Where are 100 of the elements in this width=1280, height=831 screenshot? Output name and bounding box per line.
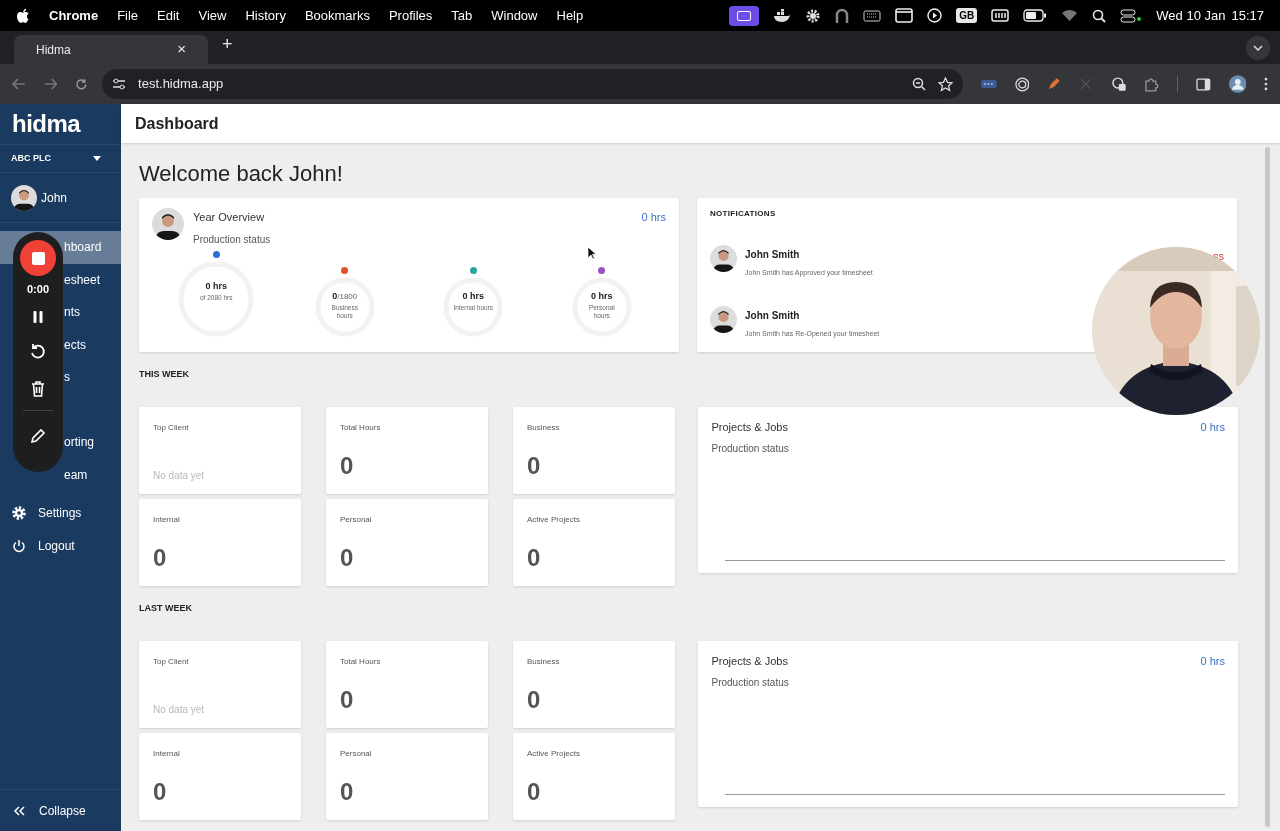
stat-value: 0	[527, 451, 542, 481]
ring-value: 0 hrs	[591, 290, 613, 302]
caret-icon[interactable]	[93, 156, 101, 161]
pause-icon[interactable]	[33, 310, 43, 323]
power-icon	[12, 538, 26, 553]
collapse-button[interactable]: Collapse	[0, 789, 121, 831]
settings-icon	[12, 506, 26, 521]
tab-search-button[interactable]	[1246, 36, 1270, 60]
sidebar-item[interactable]: eam	[64, 465, 88, 484]
stat-label: Business	[527, 422, 561, 434]
star-icon[interactable]	[937, 76, 953, 92]
scrollbar[interactable]	[1265, 147, 1270, 827]
menu-item[interactable]: View	[198, 5, 227, 26]
stat-value: 0	[527, 543, 542, 573]
empty-state-text: No data yet	[153, 703, 206, 717]
card-subtitle: Production status	[711, 675, 790, 690]
site-settings-icon[interactable]	[112, 78, 127, 90]
menu-bar-time[interactable]: 15:17	[1231, 5, 1264, 26]
screen-share-icon[interactable]	[729, 5, 760, 26]
stat-label: Business	[527, 656, 561, 668]
whale-icon[interactable]	[773, 8, 792, 23]
close-tab-button[interactable]: ×	[177, 38, 186, 61]
restart-icon[interactable]	[30, 342, 46, 360]
puzzle-icon[interactable]	[1144, 76, 1159, 92]
total-hours: 0 hrs	[1200, 420, 1225, 435]
avatar	[11, 184, 37, 211]
side-panel-icon[interactable]	[1195, 77, 1211, 91]
menu-item[interactable]: History	[245, 5, 286, 26]
stat-label: Top Client	[153, 422, 190, 434]
window-icon[interactable]	[895, 8, 914, 23]
avatar	[710, 245, 737, 272]
menu-bar-date[interactable]: Wed 10 Jan	[1156, 5, 1226, 26]
menu-item[interactable]: File	[117, 5, 139, 26]
menu-item[interactable]: Bookmarks	[304, 5, 370, 26]
keyboard-icon[interactable]	[863, 9, 882, 22]
card-subtitle: Production status	[711, 441, 790, 456]
stat-value: 0	[340, 685, 355, 715]
memory-icon[interactable]	[991, 9, 1010, 22]
empty-state-text: No data yet	[153, 469, 206, 483]
apple-logo-icon[interactable]	[16, 7, 30, 24]
stat-value: 0	[340, 543, 355, 573]
notification-name: John Smith	[745, 248, 801, 262]
browser-tab[interactable]: Hidma ×	[14, 35, 208, 64]
card-title: Projects & Jobs	[711, 420, 789, 435]
sidebar-item[interactable]: nts	[64, 303, 80, 322]
extension-icon[interactable]	[1110, 76, 1127, 92]
sidebar-item[interactable]: s	[64, 368, 70, 387]
menu-item[interactable]: Edit	[157, 5, 180, 26]
logo[interactable]: hidma	[12, 106, 81, 142]
stat-label: Personal	[340, 748, 373, 760]
search-icon[interactable]	[1092, 8, 1107, 23]
stat-value: 0	[340, 451, 355, 481]
ring-value: 0/1800	[332, 290, 358, 302]
menu-item[interactable]: Tab	[451, 5, 473, 26]
stat-label: Internal	[153, 514, 181, 526]
stop-recording-button[interactable]	[20, 240, 56, 276]
card-subtitle: Production status	[193, 232, 272, 247]
more-icon[interactable]	[1264, 77, 1268, 91]
back-icon[interactable]	[12, 78, 26, 90]
stat-label: Internal	[153, 748, 181, 760]
reload-icon[interactable]	[75, 77, 89, 91]
address-bar[interactable]: test.hidma.app	[102, 69, 963, 99]
target-icon[interactable]	[1014, 76, 1030, 92]
chevron-icon[interactable]	[1253, 45, 1263, 51]
extension-icon[interactable]	[980, 80, 997, 88]
url-text: test.hidma.app	[138, 75, 225, 94]
stat-value: 0	[527, 685, 542, 715]
control-center-icon[interactable]	[1120, 8, 1143, 23]
sidebar-item[interactable]: esheet	[64, 270, 101, 289]
input-source-badge[interactable]: GB	[956, 8, 978, 23]
arch-icon[interactable]	[835, 7, 850, 24]
sidebar-item[interactable]: orting	[64, 433, 95, 452]
sidebar-item[interactable]: ects	[64, 335, 86, 354]
new-tab-button[interactable]: +	[222, 31, 233, 58]
total-hours: 0 hrs	[641, 210, 666, 225]
stat-value: 0	[153, 777, 168, 807]
play-icon[interactable]	[927, 8, 943, 23]
sidebar-item[interactable]: Logout	[0, 529, 121, 562]
menu-item[interactable]: Profiles	[388, 5, 433, 26]
sidebar-item[interactable]: hboard	[64, 238, 102, 257]
sidebar-item[interactable]: Settings	[0, 497, 121, 530]
trash-icon[interactable]	[31, 380, 45, 397]
section-heading: LAST WEEK	[139, 602, 192, 615]
user-name[interactable]: John	[41, 188, 68, 207]
battery-icon[interactable]	[1023, 9, 1048, 22]
menu-item[interactable]: Help	[556, 5, 584, 26]
card-title: NOTIFICATIONS	[710, 208, 777, 220]
wifi-icon[interactable]	[1061, 9, 1079, 22]
profile-icon[interactable]	[1228, 75, 1247, 93]
menu-item[interactable]: Chrome	[49, 5, 99, 26]
menu-item[interactable]: Window	[491, 5, 538, 26]
organization-select[interactable]: ABC PLC	[0, 145, 121, 173]
pen-icon[interactable]	[1047, 77, 1061, 91]
double-chevron-icon	[13, 805, 25, 816]
pencil-icon[interactable]	[30, 427, 46, 444]
avatar	[152, 208, 184, 240]
stat-value: 0	[340, 777, 355, 807]
zoom-icon[interactable]	[911, 77, 926, 91]
forward-icon[interactable]	[43, 78, 58, 90]
gear-icon[interactable]	[805, 7, 822, 24]
